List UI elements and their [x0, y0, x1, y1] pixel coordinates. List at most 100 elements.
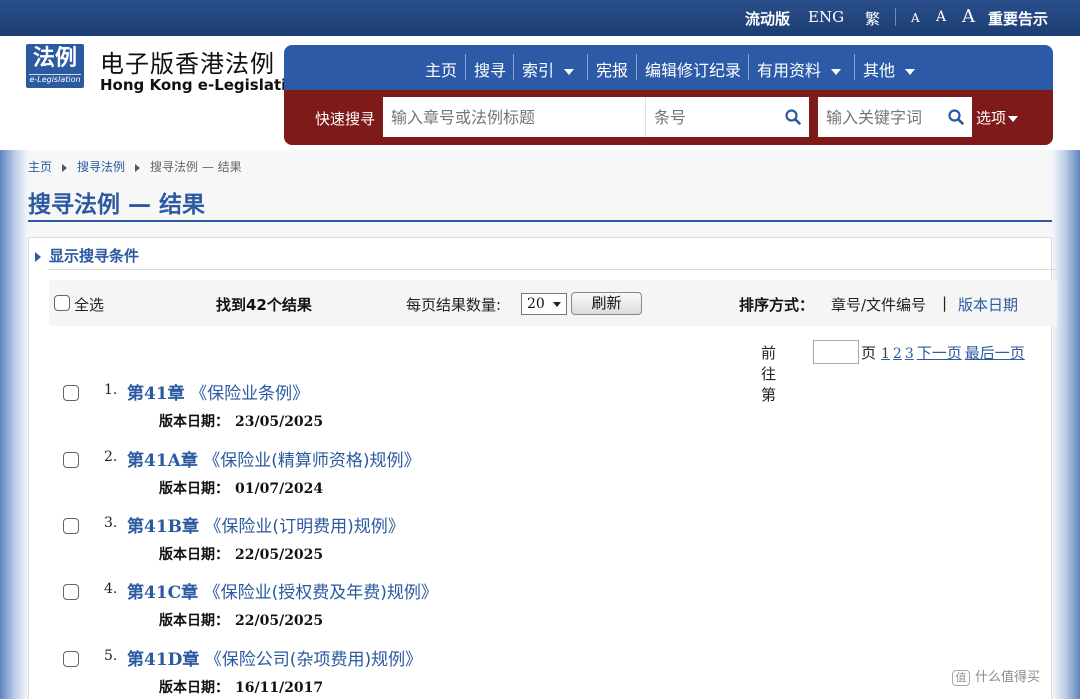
nav-divider — [854, 54, 855, 80]
nav-index-label: 索引 — [522, 61, 555, 80]
select-all-checkbox[interactable] — [54, 295, 70, 311]
breadcrumb-home[interactable]: 主页 — [28, 160, 52, 174]
page-current: 1 — [881, 346, 890, 362]
result-title-link[interactable]: 第41C章 《保险业(授权费及年费)规例》 — [127, 578, 438, 603]
nav-search[interactable]: 搜寻 — [474, 57, 506, 81]
nav-home[interactable]: 主页 — [425, 57, 457, 81]
quick-search-label: 快速搜寻 — [315, 110, 376, 128]
result-title-link[interactable]: 第41B章 《保险业(订明费用)规例》 — [127, 512, 405, 537]
sort-separator: | — [942, 294, 948, 312]
search-options-dropdown[interactable]: 选项 — [976, 107, 1019, 128]
breadcrumb: 主页 搜寻法例 搜寻法例 — 结果 — [28, 158, 242, 175]
show-search-conditions-label: 显示搜寻条件 — [49, 247, 140, 265]
english-link[interactable]: ENG — [808, 8, 844, 26]
result-title: 《保险公司(杂项费用)规例》 — [204, 650, 423, 670]
sort-label: 排序方式： — [739, 296, 815, 314]
nav-useful-label: 有用资料 — [757, 61, 822, 80]
chapter-search-input[interactable] — [383, 97, 645, 137]
nav-divider — [587, 54, 588, 80]
result-title: 《保险业(订明费用)规例》 — [204, 517, 405, 537]
site-title-en: Hong Kong e-Legislation — [100, 76, 308, 94]
result-title-link[interactable]: 第41章 《保险业条例》 — [127, 379, 309, 404]
refresh-button[interactable]: 刷新 — [571, 292, 642, 315]
sort-by-version-date[interactable]: 版本日期 — [958, 294, 1018, 315]
result-checkbox[interactable] — [63, 452, 79, 468]
traditional-chinese-link[interactable]: 繁 — [865, 8, 880, 29]
nav-gazette[interactable]: 宪报 — [596, 57, 628, 81]
watermark-text: 什么值得买 — [975, 670, 1041, 685]
result-checkbox[interactable] — [63, 584, 79, 600]
goto-page-input[interactable] — [813, 340, 859, 364]
result-title-link[interactable]: 第41D章 《保险公司(杂项费用)规例》 — [127, 645, 422, 670]
nav-divider — [636, 54, 637, 80]
version-date: 22/05/2025 — [235, 547, 324, 563]
chevron-down-icon — [831, 68, 842, 75]
nav-index[interactable]: 索引 — [522, 57, 575, 81]
version-label: 版本日期： — [159, 613, 229, 629]
chevron-down-icon — [553, 302, 561, 307]
result-chapter: 第41C章 — [127, 583, 199, 603]
next-page-link[interactable]: 下一页 — [917, 344, 962, 362]
result-title-link[interactable]: 第41A章 《保险业(精算师资格)规例》 — [127, 446, 421, 471]
logo-text-cn: 法例 — [32, 46, 77, 71]
font-size-small-button[interactable]: A — [911, 11, 920, 25]
page-link-3[interactable]: 3 — [905, 346, 914, 362]
search-icon — [785, 109, 801, 125]
chapter-search-button[interactable] — [779, 97, 809, 137]
result-version: 版本日期： 23/05/2025 — [159, 411, 323, 431]
result-version: 版本日期： 16/11/2017 — [159, 677, 323, 697]
nav-divider — [513, 54, 514, 80]
top-utility-bar: 流动版 ENG 繁 A A A 重要告示 — [0, 0, 1080, 36]
result-index: 5. — [104, 648, 118, 664]
result-index: 4. — [104, 581, 118, 597]
font-size-large-button[interactable]: A — [962, 6, 975, 27]
show-search-conditions-toggle[interactable]: 显示搜寻条件 — [35, 245, 139, 266]
result-chapter: 第41章 — [127, 384, 185, 404]
result-item: 2. 第41A章 《保险业(精算师资格)规例》 版本日期： 01/07/2024 — [29, 445, 1049, 511]
title-divider — [28, 220, 1052, 222]
nav-divider — [748, 54, 749, 80]
per-page-select[interactable]: 20 — [521, 293, 567, 315]
nav-others[interactable]: 其他 — [863, 57, 916, 81]
watermark-icon: 值 — [952, 669, 970, 686]
version-date: 01/07/2024 — [235, 481, 324, 497]
last-page-link[interactable]: 最后一页 — [965, 344, 1025, 362]
version-label: 版本日期： — [159, 680, 229, 696]
important-notice-link[interactable]: 重要告示 — [988, 8, 1048, 29]
version-date: 23/05/2025 — [235, 414, 324, 430]
font-size-medium-button[interactable]: A — [936, 9, 946, 25]
chevron-down-icon — [1008, 115, 1019, 122]
result-checkbox[interactable] — [63, 651, 79, 667]
nav-useful-info[interactable]: 有用资料 — [757, 57, 842, 81]
version-label: 版本日期： — [159, 481, 229, 497]
watermark: 值什么值得买 — [952, 666, 1040, 686]
result-index: 2. — [104, 449, 118, 465]
result-checkbox[interactable] — [63, 518, 79, 534]
nav-editorial-record[interactable]: 编辑修订纪录 — [645, 57, 741, 81]
site-logo[interactable]: 法例 e-Legislation — [26, 44, 84, 88]
triangle-right-icon — [35, 251, 41, 262]
result-chapter: 第41D章 — [127, 650, 200, 670]
search-options-label: 选项 — [976, 109, 1007, 127]
result-index: 1. — [104, 382, 118, 398]
breadcrumb-search[interactable]: 搜寻法例 — [77, 160, 125, 174]
page-link-2[interactable]: 2 — [893, 346, 902, 362]
chevron-right-icon — [135, 163, 141, 172]
result-checkbox[interactable] — [63, 385, 79, 401]
keyword-search-button[interactable] — [942, 97, 972, 137]
version-label: 版本日期： — [159, 414, 229, 430]
divider — [49, 269, 1057, 270]
page-title: 搜寻法例 — 结果 — [28, 192, 206, 218]
sort-by-chapter[interactable]: 章号/文件编号 — [831, 294, 926, 315]
version-label: 版本日期： — [159, 547, 229, 563]
results-toolbar: 全选 找到42个结果 每页结果数量: 20 刷新 排序方式： 章号/文件编号 |… — [49, 280, 1057, 326]
results-count: 找到42个结果 — [216, 296, 312, 314]
logo-text-en: e-Legislation — [29, 74, 81, 84]
result-item: 3. 第41B章 《保险业(订明费用)规例》 版本日期： 22/05/2025 — [29, 511, 1049, 577]
select-all-label[interactable]: 全选 — [74, 294, 104, 315]
mobile-version-link[interactable]: 流动版 — [745, 8, 790, 29]
result-version: 版本日期： 01/07/2024 — [159, 478, 323, 498]
per-page-value: 20 — [527, 296, 545, 312]
main-navigation: 主页 搜寻 索引 宪报 编辑修订纪录 有用资料 其他 快速搜寻 选项 — [284, 45, 1053, 145]
version-date: 22/05/2025 — [235, 613, 324, 629]
